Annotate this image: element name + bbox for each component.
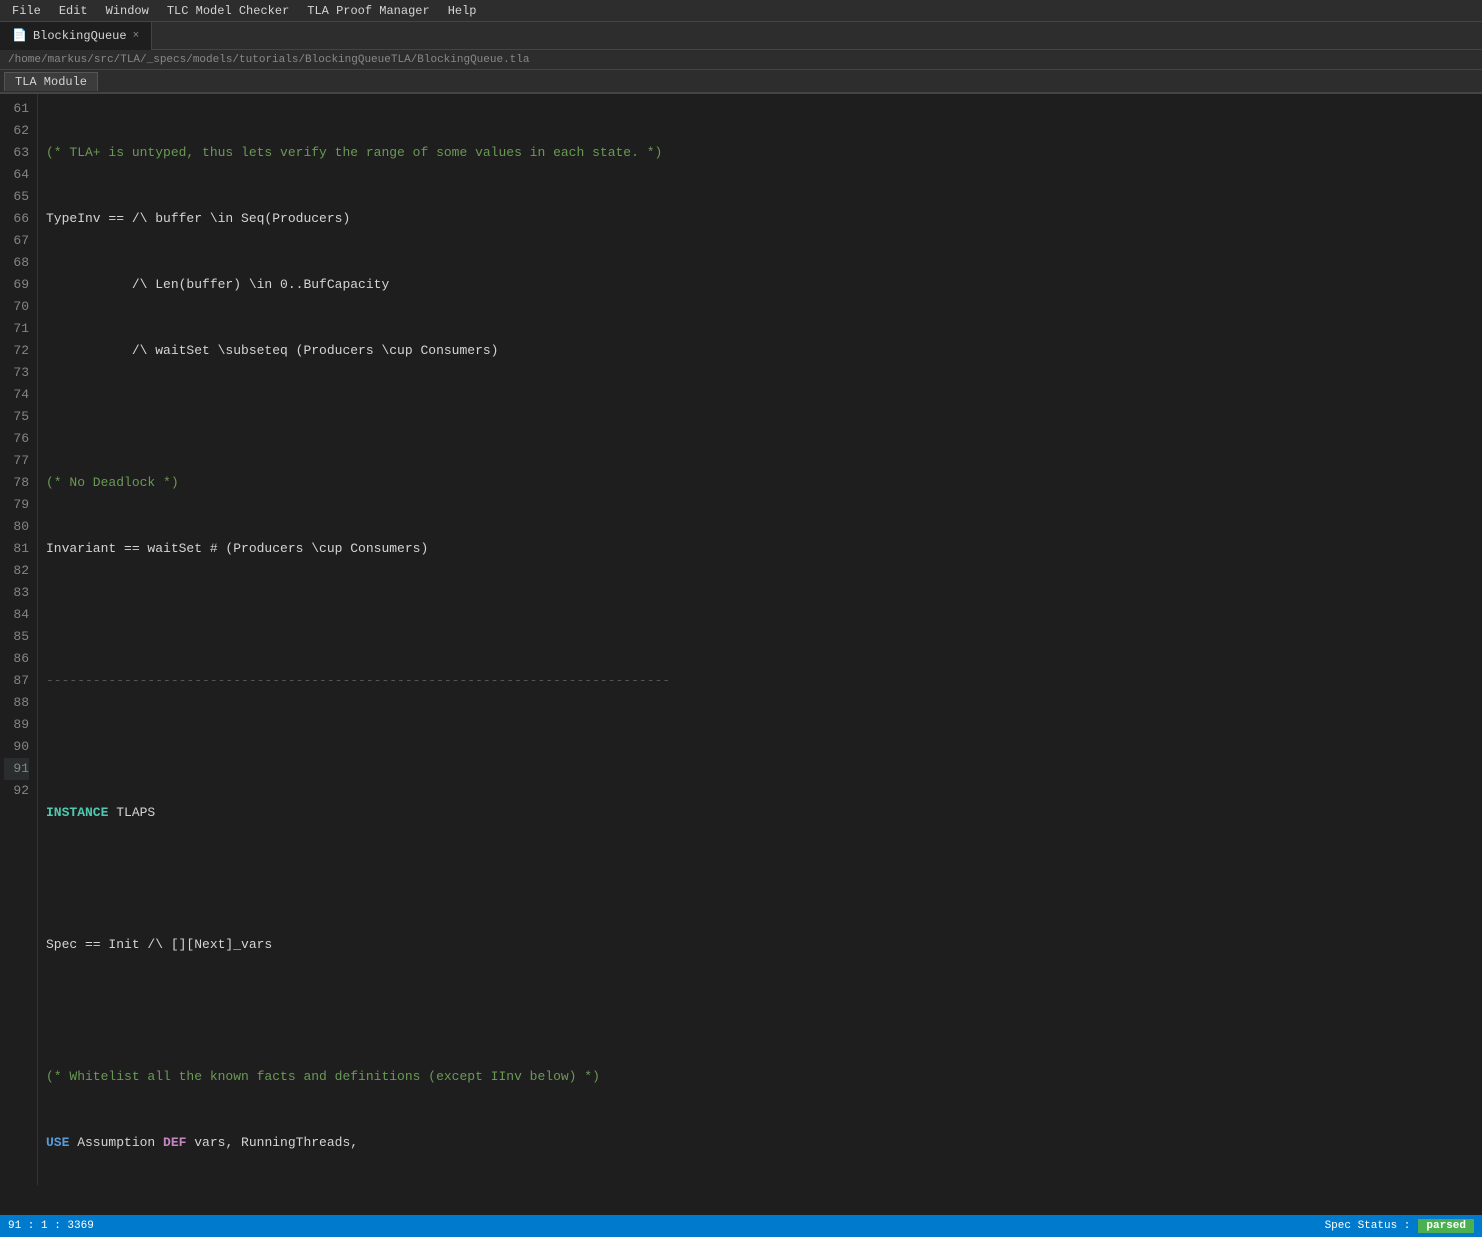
tab-icon: 📄 [12,28,27,43]
menu-tlc[interactable]: TLC Model Checker [159,2,297,20]
module-tab[interactable]: TLA Module [4,72,98,91]
code-content[interactable]: (* TLA+ is untyped, thus lets verify the… [38,94,1482,1185]
tab-close-button[interactable]: × [133,30,140,42]
line-numbers: 61 62 63 64 65 66 67 68 69 70 71 72 73 7… [0,94,38,1185]
tab-label: BlockingQueue [33,29,127,43]
module-tab-bar: TLA Module [0,70,1482,94]
tab-bar: 📄 BlockingQueue × [0,22,1482,50]
spec-status-label: Spec Status : [1325,1220,1411,1232]
breadcrumb: /home/markus/src/TLA/_specs/models/tutor… [8,54,530,66]
breadcrumb-bar: /home/markus/src/TLA/_specs/models/tutor… [0,50,1482,70]
menu-bar: File Edit Window TLC Model Checker TLA P… [0,0,1482,22]
status-left: 91 : 1 : 3369 [8,1220,1325,1232]
status-bar: 91 : 1 : 3369 Spec Status : parsed [0,1215,1482,1237]
menu-file[interactable]: File [4,2,49,20]
editor-area[interactable]: 61 62 63 64 65 66 67 68 69 70 71 72 73 7… [0,94,1482,1185]
tab-blocking-queue[interactable]: 📄 BlockingQueue × [0,22,152,50]
parsed-badge: parsed [1418,1219,1474,1233]
cursor-position: 91 : 1 : 3369 [8,1220,94,1232]
menu-window[interactable]: Window [98,2,157,20]
menu-edit[interactable]: Edit [51,2,96,20]
status-right: Spec Status : parsed [1325,1219,1474,1233]
menu-tla-proof[interactable]: TLA Proof Manager [299,2,437,20]
menu-help[interactable]: Help [440,2,485,20]
